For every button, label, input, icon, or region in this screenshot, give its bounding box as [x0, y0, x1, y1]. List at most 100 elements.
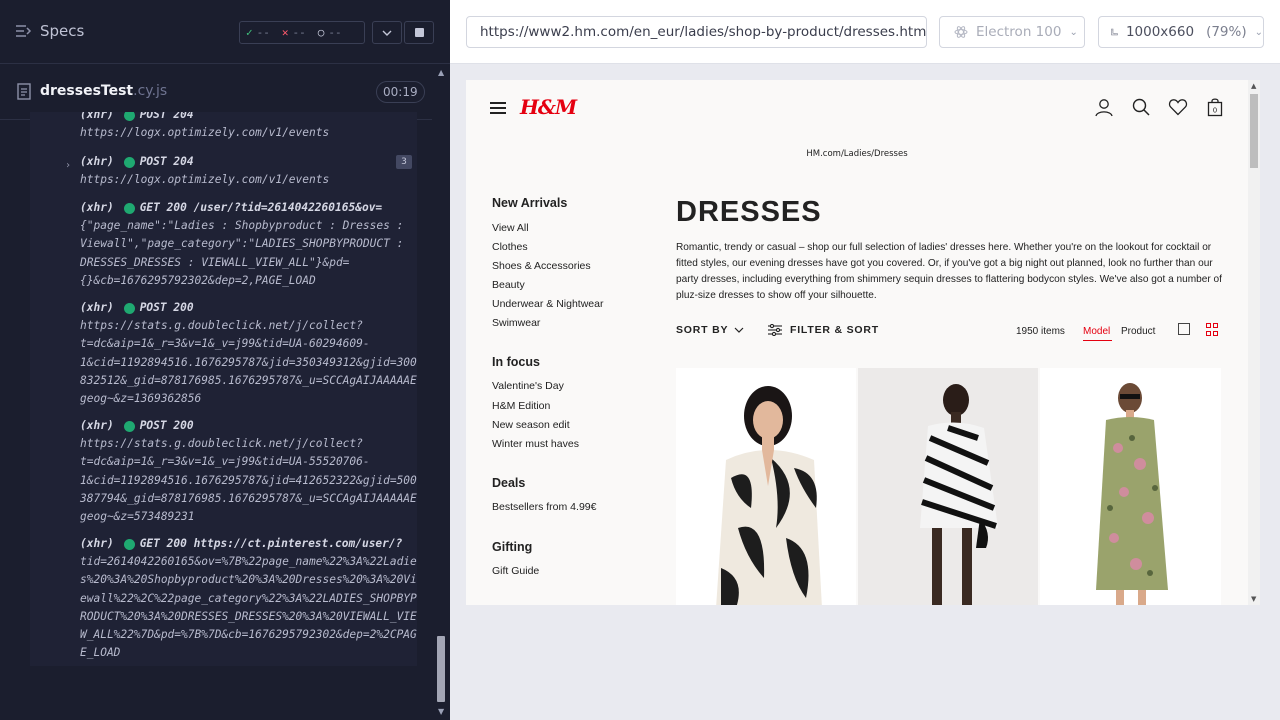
product-tile[interactable] [1040, 368, 1221, 605]
breadcrumb[interactable]: HM.com/Ladies/Dresses [466, 149, 1248, 159]
sort-by-button[interactable]: SORT BY [676, 324, 744, 336]
log-type: (xhr) [80, 301, 114, 314]
nav-item-view-all[interactable]: View All [492, 222, 529, 234]
viewport-size: 1000x660 [1125, 24, 1195, 40]
pending-stat[interactable]: ○ -- [312, 26, 348, 39]
filter-sort-button[interactable]: FILTER & SORT [768, 324, 879, 336]
nav-item-valentines-day[interactable]: Valentine's Day [492, 380, 564, 392]
header-icons: 0 [1094, 97, 1225, 117]
log-entry[interactable]: › (xhr) POST 204 https://logx.optimizely.… [30, 153, 417, 189]
log-url: geog~&z=1369362856 [80, 392, 202, 406]
sort-filter-bar: SORT BY FILTER & SORT 1950 items Model P… [676, 321, 1221, 343]
log-url: 832512&_gid=878176985.1676295787&_u=SCCA… [80, 373, 417, 387]
scroll-up-icon[interactable]: ▲ [438, 68, 444, 77]
status-dot-icon [123, 112, 135, 121]
log-url: https://stats.g.doubleclick.net/j/collec… [80, 437, 363, 451]
browser-label: Electron 100 [976, 24, 1062, 40]
cypress-reporter: Specs ✓ -- ✕ -- ○ -- dressesTest.cy.js 00:1… [0, 0, 450, 720]
url-bar[interactable]: https://www2.hm.com/en_eur/ladies/shop-b… [466, 16, 927, 48]
chevron-right-icon[interactable]: › [65, 157, 71, 175]
reporter-scrollbar[interactable]: ▲ ▼ [432, 64, 450, 720]
log-url: s%20%3A%20Shopbyproduct%20%3A%20Dresses%… [80, 573, 417, 587]
log-url: RODUCT%20%3A%20DRESSES_DRESSES%20%3A%20V… [80, 609, 417, 623]
single-column-grid-icon[interactable] [1178, 323, 1190, 335]
heart-icon[interactable] [1168, 97, 1188, 117]
log-method: POST 200 [139, 301, 194, 314]
viewport-selector[interactable]: 1000x660 (79%) ⌄ [1098, 16, 1264, 48]
log-url: 387794&_gid=878176985.1676295787&_u=SCCA… [80, 491, 417, 505]
view-product-toggle[interactable]: Product [1121, 326, 1155, 337]
iframe-scrollbar-thumb[interactable] [1250, 94, 1258, 168]
count-badge: 3 [396, 155, 412, 169]
filter-sort-label: FILTER & SORT [790, 324, 879, 336]
spec-file-name: dressesTest.cy.js [40, 83, 167, 99]
browser-selector[interactable]: Electron 100 ⌄ [939, 16, 1085, 48]
nav-item-shoes-accessories[interactable]: Shoes & Accessories [492, 260, 591, 272]
menu-icon[interactable] [490, 102, 506, 114]
multi-column-grid-icon[interactable] [1206, 323, 1219, 336]
nav-heading-gifting[interactable]: Gifting [492, 540, 532, 554]
log-url: {}&cb=1676295792302&dep=2,PAGE_LOAD [80, 273, 316, 287]
product-tile[interactable] [676, 368, 856, 605]
view-model-toggle[interactable]: Model [1083, 326, 1110, 337]
log-entry[interactable]: (xhr) POST 204 https://logx.optimizely.co… [30, 112, 417, 142]
product-image[interactable] [858, 368, 1038, 605]
log-method: GET 200 https://ct.pinterest.com/user/? [139, 537, 403, 550]
scroll-down-icon[interactable]: ▼ [1251, 595, 1256, 603]
log-url: t=dc&aip=1&_r=3&v=1&_v=j99&tid=UA-555207… [80, 455, 370, 469]
electron-icon [954, 26, 968, 38]
chevron-down-icon: ⌄ [1069, 26, 1078, 38]
pending-count: -- [328, 26, 342, 39]
log-entry[interactable]: (xhr) GET 200 /user/?tid=2614042260165&ov… [30, 199, 417, 290]
nav-item-bestsellers[interactable]: Bestsellers from 4.99€ [492, 501, 596, 513]
scroll-up-icon[interactable]: ▲ [1251, 82, 1256, 90]
failed-stat[interactable]: ✕ -- [276, 26, 312, 39]
specs-button[interactable]: Specs [16, 22, 84, 40]
log-url: https://logx.optimizely.com/v1/events [80, 173, 330, 187]
iframe-scrollbar[interactable]: ▲ ▼ [1248, 80, 1260, 605]
nav-item-clothes[interactable]: Clothes [492, 241, 528, 253]
nav-item-underwear-nightwear[interactable]: Underwear & Nightwear [492, 298, 603, 310]
nav-item-winter-must-haves[interactable]: Winter must haves [492, 438, 579, 450]
collapse-all-button[interactable] [372, 21, 402, 44]
scroll-down-icon[interactable]: ▼ [438, 707, 444, 716]
nav-item-new-season-edit[interactable]: New season edit [492, 419, 570, 431]
log-type: (xhr) [80, 112, 114, 121]
nav-heading-new-arrivals[interactable]: New Arrivals [492, 196, 567, 210]
log-entry[interactable]: (xhr) GET 200 https://ct.pinterest.com/us… [30, 535, 417, 662]
account-icon[interactable] [1094, 97, 1114, 117]
shopping-bag-icon[interactable]: 0 [1205, 97, 1225, 117]
product-image[interactable] [1040, 368, 1221, 605]
duration-badge: 00:19 [376, 81, 425, 103]
nav-item-hm-edition[interactable]: H&M Edition [492, 400, 550, 412]
search-icon[interactable] [1131, 97, 1151, 117]
log-url: t=dc&aip=1&_r=3&v=1&_v=j99&tid=UA-602946… [80, 337, 370, 351]
nav-item-swimwear[interactable]: Swimwear [492, 317, 540, 329]
reporter-header: Specs ✓ -- ✕ -- ○ -- [0, 0, 450, 64]
stop-button[interactable] [404, 21, 434, 44]
product-image[interactable] [676, 368, 856, 605]
chevron-down-icon [734, 327, 744, 333]
nav-heading-in-focus[interactable]: In focus [492, 355, 540, 369]
scrollbar-thumb[interactable] [437, 636, 445, 702]
log-url: https://stats.g.doubleclick.net/j/collec… [80, 319, 363, 333]
file-icon [17, 83, 31, 100]
nav-item-beauty[interactable]: Beauty [492, 279, 525, 291]
log-url: Viewall","page_category":"LADIES_SHOPBYP… [80, 237, 404, 251]
status-dot-icon [123, 420, 135, 432]
hm-logo[interactable]: H&M [520, 95, 577, 119]
test-stats: ✓ -- ✕ -- ○ -- [239, 21, 365, 44]
passed-stat[interactable]: ✓ -- [240, 26, 276, 39]
viewport-zoom: (79%) [1206, 24, 1247, 40]
log-url: https://logx.optimizely.com/v1/events [80, 126, 330, 140]
items-count: 1950 items [1016, 326, 1065, 337]
log-entry[interactable]: (xhr) POST 200 https://stats.g.doubleclic… [30, 417, 417, 526]
aut-header: https://www2.hm.com/en_eur/ladies/shop-b… [450, 0, 1280, 64]
page-title: DRESSES [676, 196, 822, 228]
log-entry[interactable]: (xhr) POST 200 https://stats.g.doubleclic… [30, 299, 417, 408]
product-tile[interactable] [858, 368, 1038, 605]
status-dot-icon [123, 302, 135, 314]
nav-heading-deals[interactable]: Deals [492, 476, 525, 490]
log-method: POST 204 [139, 112, 194, 121]
nav-item-gift-guide[interactable]: Gift Guide [492, 565, 539, 577]
